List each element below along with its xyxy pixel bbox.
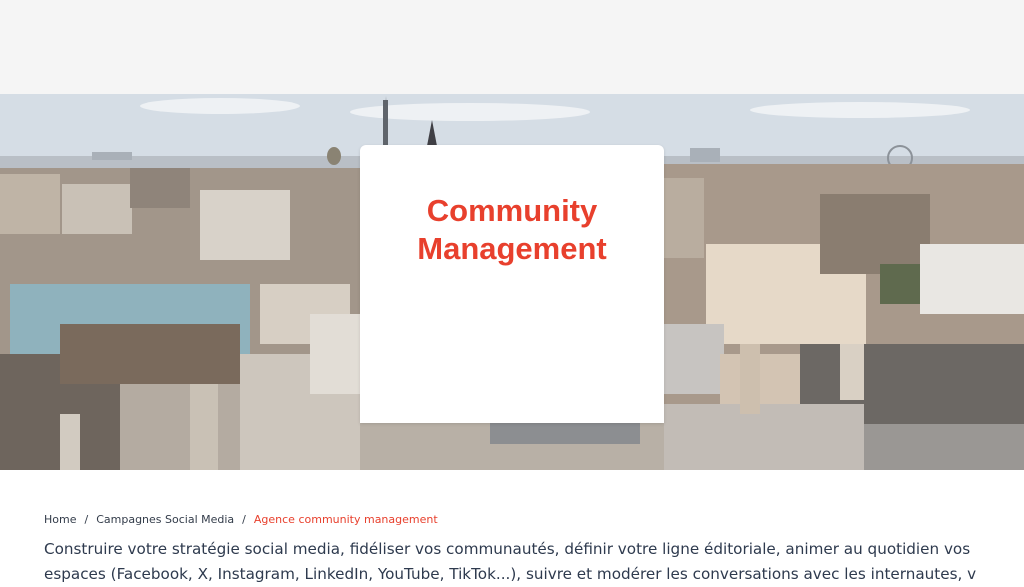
breadcrumb-separator: / <box>84 512 89 526</box>
breadcrumb-campagnes-link[interactable]: Campagnes Social Media <box>96 513 234 526</box>
breadcrumb-home-link[interactable]: Home <box>44 513 76 526</box>
site-header <box>0 0 1024 94</box>
intro-paragraph: Construire votre stratégie social media,… <box>44 540 977 583</box>
hero-banner: Community Management <box>0 94 1024 470</box>
breadcrumb: Home / Campagnes Social Media / Agence c… <box>44 511 438 527</box>
breadcrumb-current-page: Agence community management <box>253 512 438 526</box>
breadcrumb-separator: / <box>242 512 246 526</box>
banner-title-card: Community Management <box>360 145 664 423</box>
page-title: Community Management <box>417 193 607 266</box>
